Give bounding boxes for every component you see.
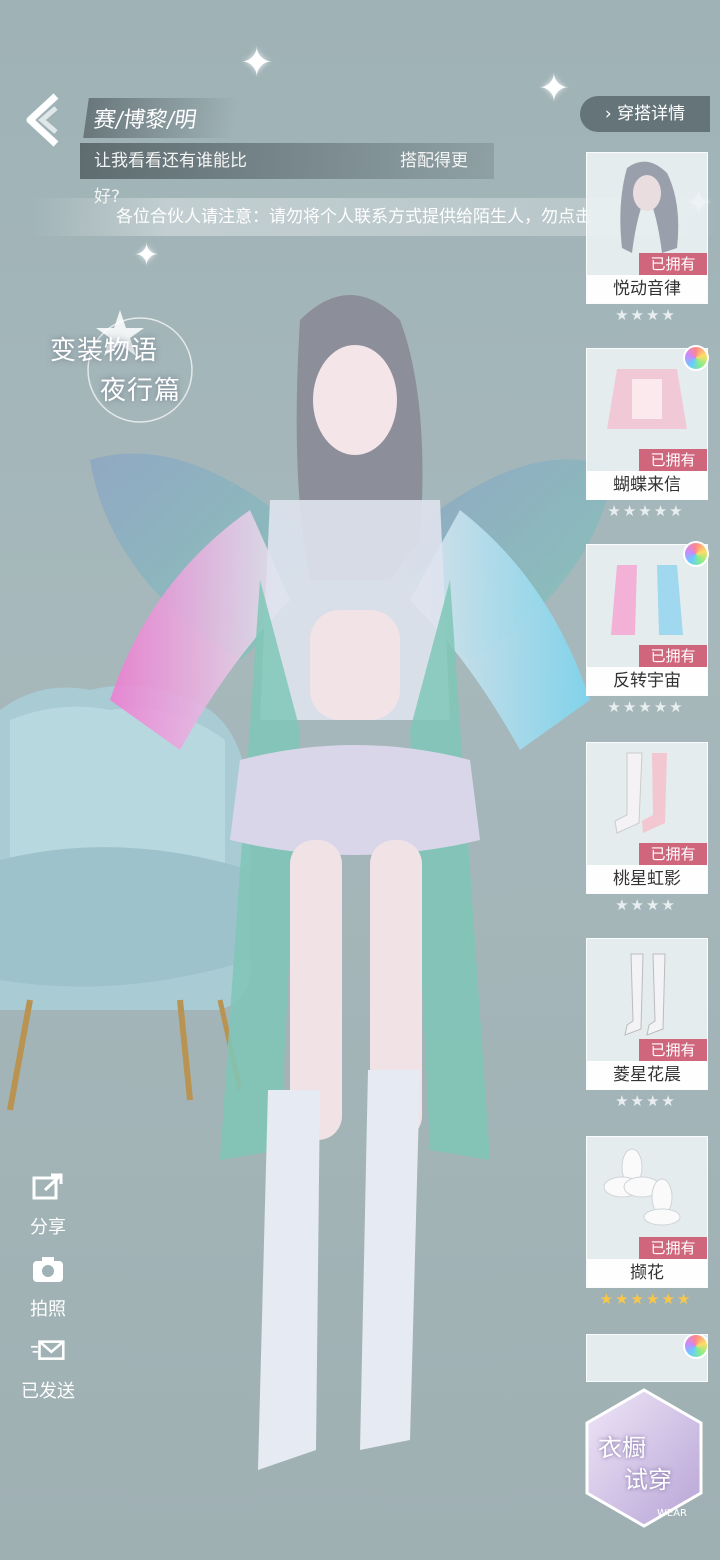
item-rarity-stars: ★★★★	[615, 896, 677, 914]
outfit-item-card[interactable]: 已拥有 悦动音律	[586, 152, 708, 304]
camera-icon	[33, 1257, 63, 1282]
decor-star-icon: ✦	[240, 40, 274, 86]
share-icon	[32, 1173, 63, 1200]
color-variant-icon	[683, 345, 709, 371]
item-rarity-stars: ★★★★	[615, 1092, 677, 1110]
decor-star-icon: ✦	[538, 66, 570, 110]
back-arrow-icon[interactable]	[22, 90, 70, 150]
outfit-title: 赛/博黎/明	[83, 98, 240, 138]
share-label: 分享	[30, 1217, 66, 1238]
owned-badge: 已拥有	[639, 449, 707, 471]
item-name: 蝴蝶来信	[587, 471, 707, 499]
wardrobe-badge: WEAR	[657, 1508, 687, 1519]
decor-star-icon: ✦	[134, 238, 160, 273]
share-button[interactable]: 分享	[18, 1172, 78, 1239]
owned-badge: 已拥有	[639, 1237, 707, 1259]
hair-item-thumb	[620, 161, 679, 253]
chevron-right-icon: ›	[604, 104, 612, 124]
outfit-item-card[interactable]: 已拥有 菱星花晨	[586, 938, 708, 1090]
owned-badge: 已拥有	[639, 1039, 707, 1061]
photo-button[interactable]: 拍照	[18, 1254, 78, 1321]
wardrobe-label-line2: 试穿	[624, 1466, 672, 1494]
item-rarity-stars: ★★★★	[615, 306, 677, 324]
item-rarity-stars: ★★★★★	[607, 502, 685, 520]
color-variant-icon	[683, 541, 709, 567]
color-variant-icon	[683, 1335, 707, 1359]
outfit-item-card[interactable]: 已拥有 撷花	[586, 1136, 708, 1288]
item-name: 菱星花晨	[587, 1061, 707, 1089]
flower-item-thumb	[603, 1148, 681, 1226]
sent-button[interactable]: 已发送	[18, 1336, 78, 1403]
item-rarity-stars: ★★★★★	[607, 698, 685, 716]
outfit-subtitle: 让我看看还有谁能比 搭配得更好?	[80, 143, 494, 207]
photo-label: 拍照	[30, 1299, 66, 1320]
mail-sent-icon	[31, 1340, 65, 1360]
item-name: 撷花	[587, 1259, 707, 1287]
owned-badge: 已拥有	[639, 253, 707, 275]
details-button-label: 穿搭详情	[617, 104, 686, 124]
owned-badge: 已拥有	[639, 645, 707, 667]
outfit-details-button[interactable]: › 穿搭详情	[580, 96, 710, 132]
owned-badge: 已拥有	[639, 843, 707, 865]
socks-item-thumb	[614, 752, 667, 834]
outfit-item-card[interactable]: 已拥有 反转宇宙	[586, 541, 709, 696]
wardrobe-label-line1: 衣橱	[598, 1434, 646, 1462]
sent-label: 已发送	[21, 1381, 75, 1402]
character-model	[90, 295, 615, 1470]
item-name: 反转宇宙	[587, 667, 707, 695]
outfit-item-card[interactable]: 已拥有 蝴蝶来信	[586, 345, 709, 500]
item-name: 桃星虹影	[587, 865, 707, 893]
item-name: 悦动音律	[587, 275, 707, 303]
item-rarity-stars: ★★★★★★	[599, 1290, 693, 1308]
boots-item-thumb	[624, 953, 666, 1036]
outfit-item-card[interactable]: 已拥有 桃星虹影	[586, 742, 708, 894]
outfit-item-card[interactable]	[586, 1334, 708, 1382]
